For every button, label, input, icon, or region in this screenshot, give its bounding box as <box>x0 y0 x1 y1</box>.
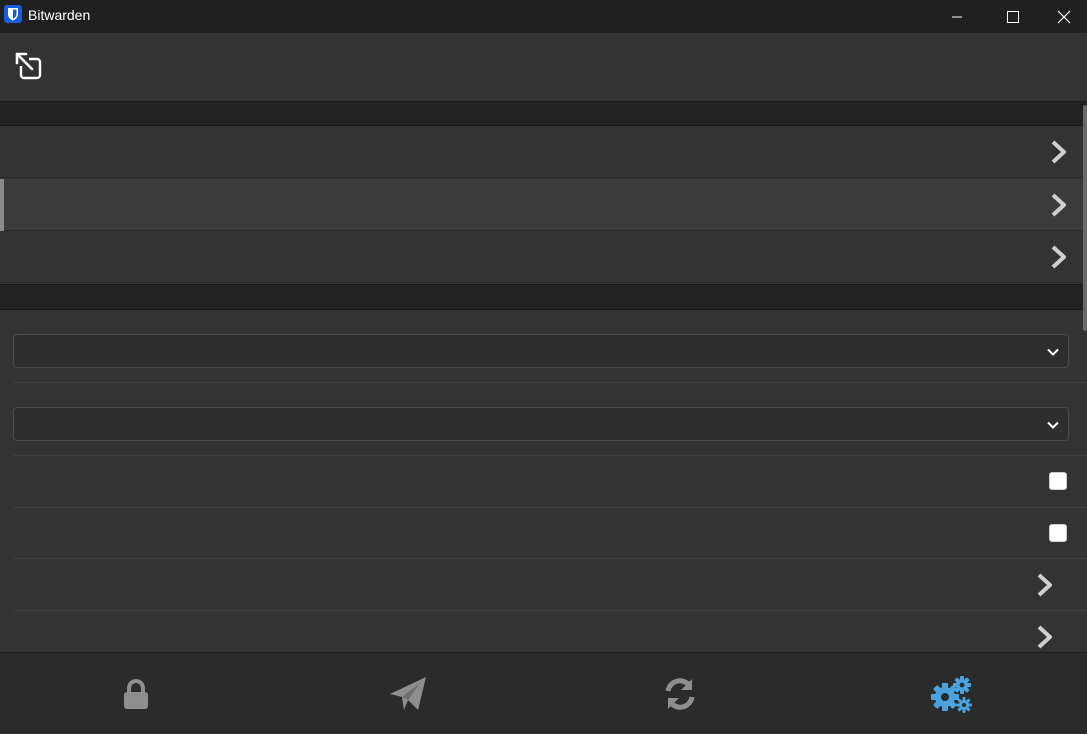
minimize-icon <box>952 16 962 17</box>
pop-out-icon[interactable] <box>14 51 44 81</box>
tab-settings[interactable] <box>815 653 1087 734</box>
settings-checkbox[interactable] <box>1049 524 1067 542</box>
chevron-right-icon <box>1051 245 1066 269</box>
chevron-right-icon <box>1051 140 1066 164</box>
close-button[interactable] <box>1041 0 1087 33</box>
settings-checkbox-row <box>13 456 1087 507</box>
window-title: Bitwarden <box>28 7 91 23</box>
settings-header <box>0 33 1087 101</box>
settings-select[interactable] <box>13 407 1069 441</box>
send-icon <box>390 676 426 710</box>
selection-marker <box>0 179 4 231</box>
close-icon <box>1057 10 1071 23</box>
lock-icon <box>124 678 148 709</box>
settings-checkbox[interactable] <box>1049 472 1067 490</box>
tab-send[interactable] <box>272 653 544 734</box>
bottom-tab-bar <box>0 652 1087 733</box>
section-header <box>0 101 1087 126</box>
section-header <box>0 284 1087 310</box>
settings-nav-row[interactable] <box>0 126 1087 178</box>
chevron-down-icon <box>1047 348 1059 356</box>
settings-nav-row[interactable] <box>0 231 1087 283</box>
minimize-button[interactable] <box>934 0 980 33</box>
tab-vault[interactable] <box>0 653 272 734</box>
settings-link-row[interactable] <box>13 559 1087 610</box>
settings-select[interactable] <box>13 334 1069 368</box>
chevron-down-icon <box>1047 421 1059 429</box>
sync-icon <box>665 677 695 710</box>
divider <box>13 382 1087 383</box>
settings-nav-row[interactable] <box>0 179 1087 231</box>
tab-sync[interactable] <box>544 653 816 734</box>
maximize-button[interactable] <box>990 0 1036 33</box>
settings-cogs-icon <box>931 675 972 713</box>
settings-checkbox-row <box>13 508 1087 559</box>
chevron-right-icon <box>1037 573 1052 597</box>
maximize-icon <box>1007 10 1019 23</box>
chevron-right-icon <box>1051 193 1066 217</box>
bitwarden-logo-icon <box>4 5 22 23</box>
chevron-right-icon <box>1037 625 1052 649</box>
scrollbar-thumb[interactable] <box>1083 105 1087 331</box>
window-titlebar: Bitwarden <box>0 0 1087 33</box>
